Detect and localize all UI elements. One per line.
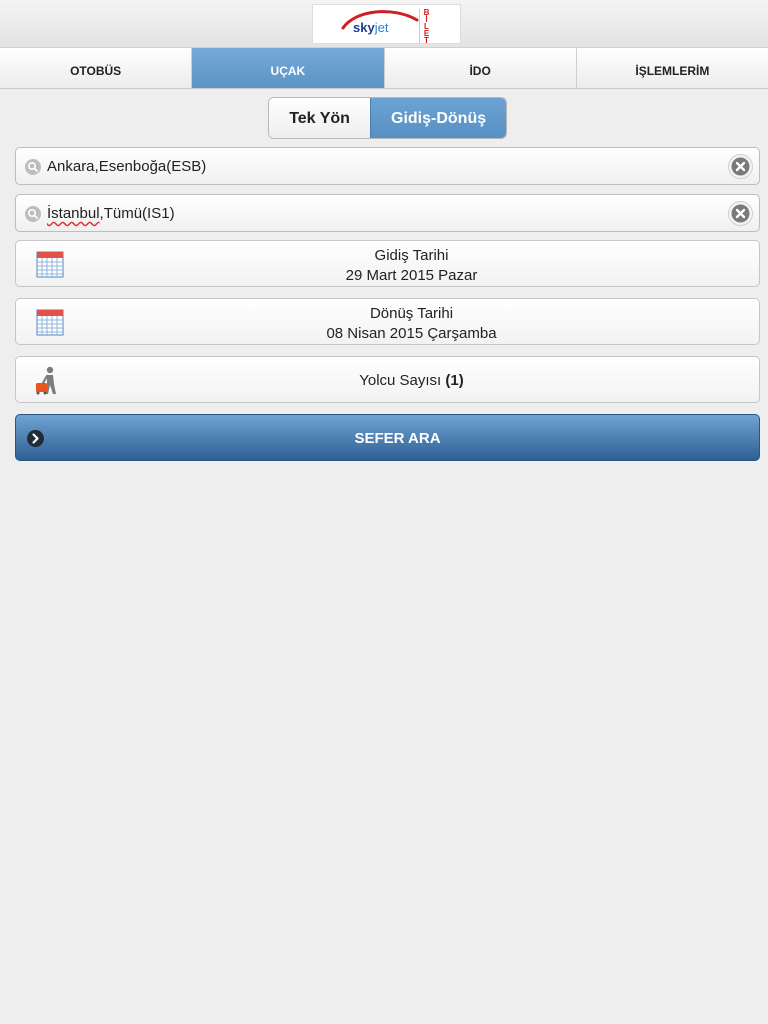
return-label: Dönüş Tarihi [369, 305, 454, 322]
logo-bilet-text: BİLET [419, 9, 431, 45]
search-icon [25, 159, 41, 175]
departure-text: Gidiş Tarihi 29 Mart 2015 Pazar [64, 246, 759, 286]
skyjet-logo[interactable]: skyjet BİLET [312, 4, 461, 45]
search-flights-button[interactable]: SEFER ARA [15, 414, 760, 461]
destination-field[interactable]: İstanbul,Tümü(IS1) [15, 194, 760, 232]
passenger-text: Yolcu Sayısı (1) [64, 357, 759, 404]
passenger-count: (1) [445, 372, 464, 389]
one-way-button[interactable]: Tek Yön [269, 98, 371, 138]
departure-date: 29 Mart 2015 Pazar [345, 267, 478, 284]
round-trip-button[interactable]: Gidiş-Dönüş [370, 98, 506, 138]
tab-otobus[interactable]: OTOBÜS [0, 48, 193, 88]
clear-origin-icon[interactable] [728, 154, 753, 179]
destination-value: İstanbul,Tümü(IS1) [47, 205, 175, 222]
tab-islemlerim[interactable]: İŞLEMLERİM [576, 48, 768, 88]
tab-ucak[interactable]: UÇAK [192, 48, 385, 88]
trip-type-segment: Tek Yön Gidiş-Dönüş [268, 97, 507, 139]
departure-date-card[interactable]: Gidiş Tarihi 29 Mart 2015 Pazar [15, 240, 760, 287]
clear-destination-icon[interactable] [728, 201, 753, 226]
return-date-card[interactable]: Dönüş Tarihi 08 Nisan 2015 Çarşamba [15, 298, 760, 345]
passenger-icon [36, 366, 56, 395]
return-text: Dönüş Tarihi 08 Nisan 2015 Çarşamba [64, 304, 759, 344]
search-icon [25, 206, 41, 222]
search-button-label: SEFER ARA [354, 430, 441, 447]
calendar-icon [36, 251, 64, 278]
tab-ido[interactable]: İDO [384, 48, 577, 88]
origin-field[interactable]: Ankara,Esenboğa(ESB) [15, 147, 760, 185]
main-tabs: OTOBÜS UÇAK İDO İŞLEMLERİM [0, 48, 768, 89]
return-date: 08 Nisan 2015 Çarşamba [326, 325, 497, 342]
logo-text: skyjet [353, 20, 389, 35]
chevron-right-icon [27, 430, 44, 447]
origin-value: Ankara,Esenboğa(ESB) [47, 158, 207, 175]
passenger-label: Yolcu Sayısı [359, 372, 442, 389]
passenger-count-card[interactable]: Yolcu Sayısı (1) [15, 356, 760, 403]
departure-label: Gidiş Tarihi [374, 247, 449, 264]
calendar-icon [36, 309, 64, 336]
app-header: skyjet BİLET [0, 0, 768, 48]
